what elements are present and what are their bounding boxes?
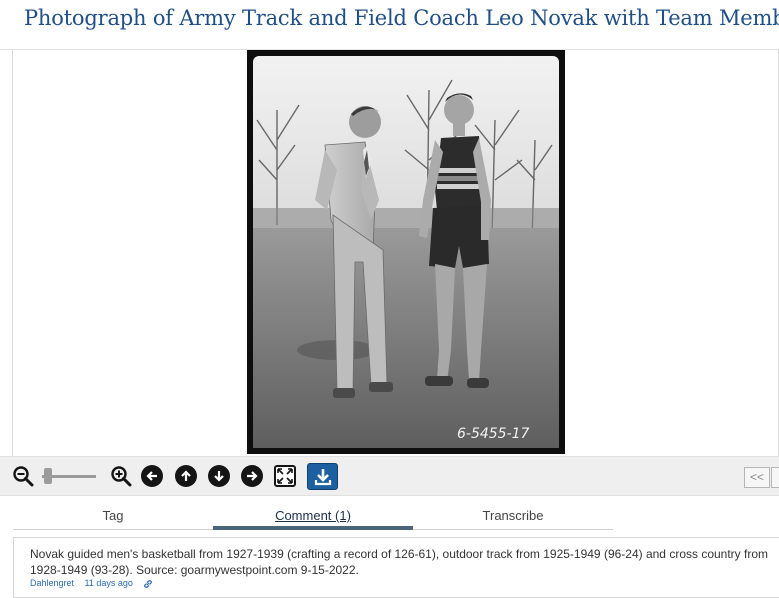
arrow-right-icon[interactable]: [241, 465, 263, 487]
arrow-left-icon[interactable]: [141, 465, 163, 487]
tab-tag[interactable]: Tag: [13, 504, 213, 530]
arrow-up-icon[interactable]: [175, 465, 197, 487]
comment-item: Novak guided men's basketball from 1927-…: [13, 537, 779, 598]
page-title: Photograph of Army Track and Field Coach…: [24, 6, 779, 30]
comment-text: Novak guided men's basketball from 1927-…: [30, 547, 769, 577]
comment-author[interactable]: Dahlengret: [30, 578, 74, 588]
next-page-button-edge[interactable]: [771, 467, 779, 488]
comment-meta: Dahlengret 11 days ago: [30, 578, 153, 589]
download-button[interactable]: [307, 463, 338, 490]
tab-comment[interactable]: Comment (1): [213, 504, 413, 530]
zoom-out-icon[interactable]: [12, 465, 34, 487]
viewer-toolbar: <<: [0, 456, 779, 496]
comment-time: 11 days ago: [84, 578, 133, 588]
fit-screen-icon[interactable]: [274, 465, 296, 487]
tab-bar: Tag Comment (1) Transcribe: [13, 504, 613, 530]
zoom-in-icon[interactable]: [110, 465, 132, 487]
zoom-slider-thumb[interactable]: [44, 468, 52, 484]
permalink-icon[interactable]: [143, 579, 153, 589]
photo-inscription: 6-5455-17: [457, 426, 530, 442]
title-bar: Photograph of Army Track and Field Coach…: [0, 0, 779, 50]
photograph-image: 6-5455-17: [247, 50, 565, 454]
previous-page-button[interactable]: <<: [744, 467, 770, 488]
image-viewer[interactable]: 6-5455-17: [12, 50, 779, 456]
download-icon: [314, 468, 331, 485]
tab-transcribe[interactable]: Transcribe: [413, 504, 613, 530]
arrow-down-icon[interactable]: [208, 465, 230, 487]
photograph[interactable]: 6-5455-17: [247, 50, 565, 454]
